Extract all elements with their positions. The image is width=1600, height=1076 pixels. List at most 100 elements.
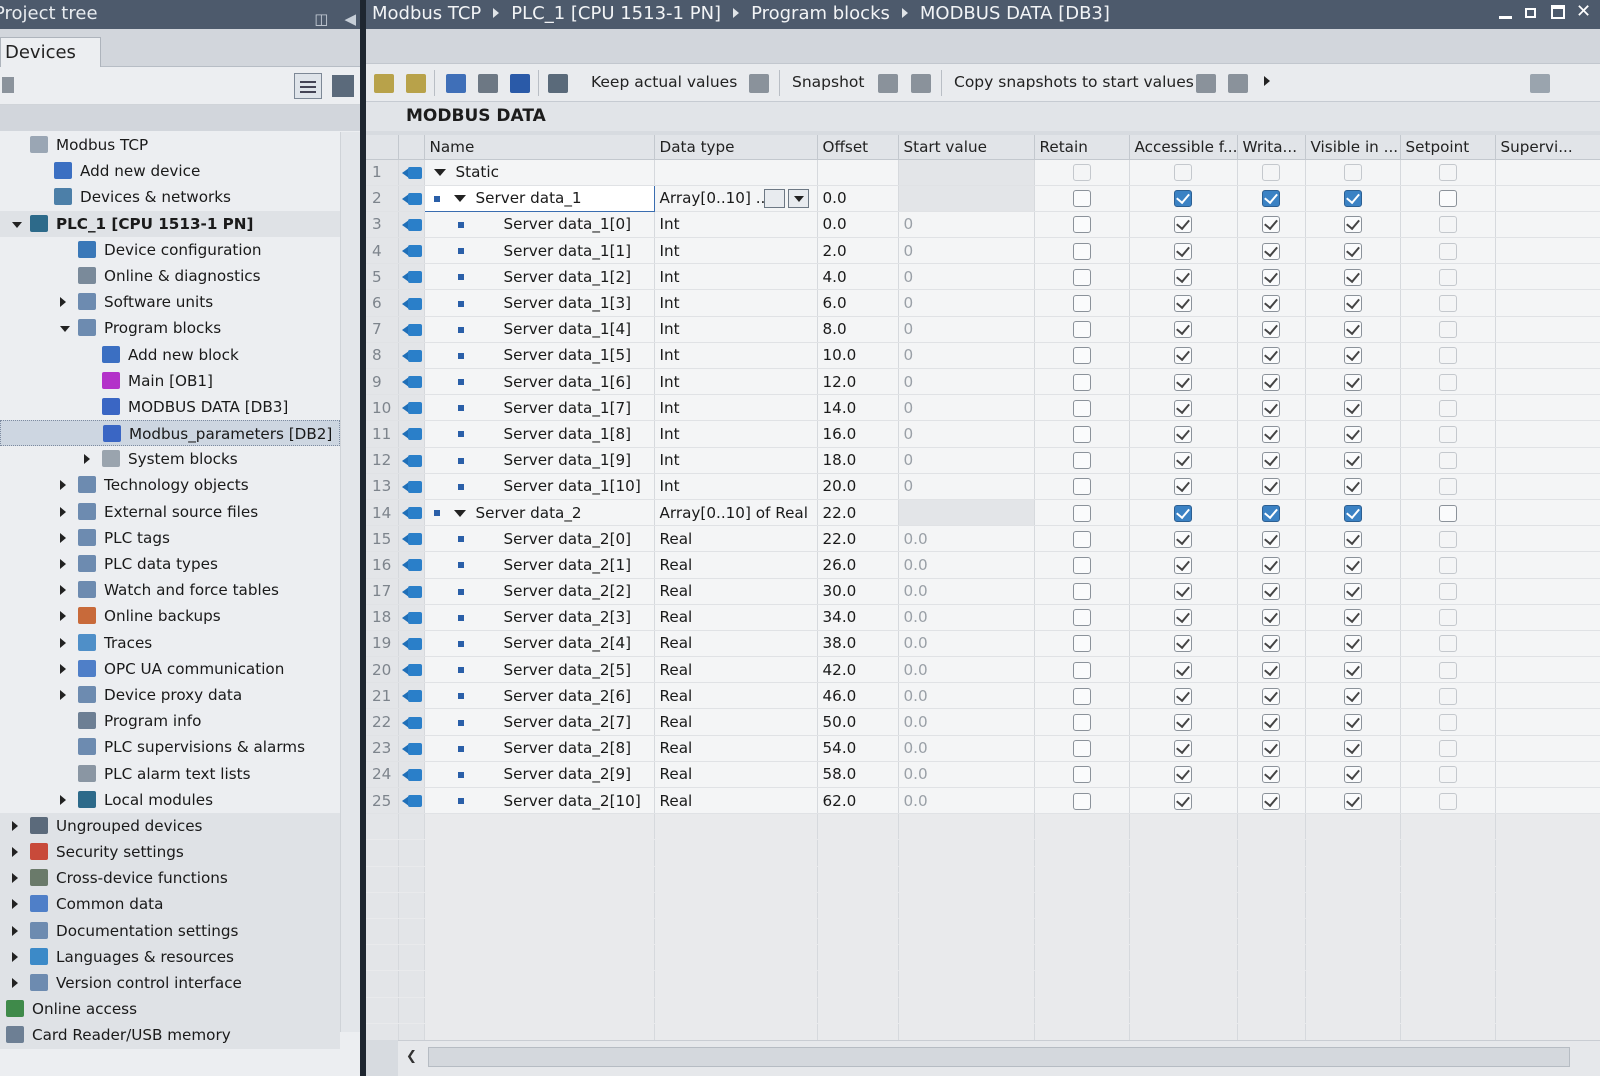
visible-checkbox[interactable] <box>1343 347 1362 365</box>
name-cell[interactable]: Server data_2[6] <box>424 682 655 710</box>
breadcrumb-item-db[interactable]: MODBUS DATA [DB3] <box>920 3 1110 24</box>
collapsed-arrow-icon[interactable] <box>60 689 66 700</box>
collapsed-arrow-icon[interactable] <box>12 925 18 936</box>
monitor-icon[interactable] <box>548 74 568 93</box>
expanded-arrow-icon[interactable] <box>60 326 70 333</box>
supervision-cell[interactable] <box>1495 289 1600 317</box>
collapsed-arrow-icon[interactable] <box>60 559 66 569</box>
data-type-cell[interactable]: Int <box>654 342 818 370</box>
visible-checkbox[interactable] <box>1343 530 1362 548</box>
writable-checkbox[interactable] <box>1262 190 1280 208</box>
snapshot-load-icon[interactable] <box>911 74 931 93</box>
copy-snapshots-button[interactable]: Copy snapshots to start values <box>954 73 1194 91</box>
supervision-cell[interactable] <box>1495 263 1600 291</box>
visible-checkbox[interactable] <box>1343 321 1362 339</box>
row-number[interactable]: 21 <box>366 682 399 710</box>
row-number[interactable]: 3 <box>366 211 399 239</box>
tree-item[interactable]: MODBUS DATA [DB3] <box>0 394 340 420</box>
visible-checkbox[interactable] <box>1343 792 1362 810</box>
row-number[interactable]: 5 <box>366 263 399 291</box>
data-type-cell[interactable]: Real <box>654 656 818 684</box>
retain-checkbox[interactable] <box>1072 478 1091 496</box>
start-value-cell[interactable]: 0.0 <box>898 604 1035 631</box>
retain-checkbox[interactable] <box>1072 609 1091 627</box>
supervision-cell[interactable] <box>1495 630 1600 658</box>
tree-item[interactable]: Common data <box>0 891 340 918</box>
writable-checkbox[interactable] <box>1262 740 1280 758</box>
name-cell[interactable]: Server data_2[3] <box>424 604 655 631</box>
tree-item[interactable]: PLC tags <box>0 525 340 551</box>
col-header-writable[interactable]: Writa... <box>1237 135 1306 160</box>
retain-checkbox[interactable] <box>1072 556 1091 574</box>
tree-item[interactable]: Traces <box>0 630 340 656</box>
collapsed-arrow-icon[interactable] <box>12 951 18 962</box>
supervision-cell[interactable] <box>1495 578 1600 605</box>
tree-item[interactable]: PLC supervisions & alarms <box>0 734 340 760</box>
supervision-cell[interactable] <box>1495 525 1600 553</box>
col-header-accessible[interactable]: Accessible f... <box>1129 135 1238 160</box>
col-header-offset[interactable]: Offset <box>817 135 899 160</box>
start-value-cell[interactable]: 0.0 <box>898 630 1035 658</box>
supervision-cell[interactable] <box>1495 604 1600 631</box>
table-row[interactable]: 10 Server data_1[7] Int 14.0 0 <box>366 394 1600 422</box>
retain-checkbox[interactable] <box>1072 635 1091 653</box>
visible-checkbox[interactable] <box>1343 714 1362 732</box>
supervision-cell[interactable] <box>1495 211 1600 239</box>
tree-tool-icon[interactable] <box>2 77 14 93</box>
table-row[interactable]: 7 Server data_1[4] Int 8.0 0 <box>366 316 1600 343</box>
collapsed-arrow-icon[interactable] <box>60 532 66 543</box>
data-type-cell[interactable]: Real <box>654 761 818 789</box>
writable-checkbox[interactable] <box>1262 583 1280 601</box>
data-type-cell[interactable]: Real <box>654 604 818 631</box>
start-value-cell[interactable]: 0.0 <box>898 656 1035 684</box>
row-number[interactable]: 6 <box>366 289 399 317</box>
scroll-left-icon[interactable]: ❮ <box>406 1049 417 1064</box>
accessible-checkbox[interactable] <box>1174 556 1192 574</box>
writable-checkbox[interactable] <box>1262 714 1280 732</box>
collapsed-arrow-icon[interactable] <box>60 480 66 491</box>
overview-view-icon[interactable] <box>294 73 322 99</box>
tree-item[interactable]: Add new device <box>0 158 340 184</box>
col-header-name[interactable]: Name <box>424 135 655 160</box>
accessible-checkbox[interactable] <box>1174 661 1192 679</box>
row-number[interactable]: 18 <box>366 604 399 631</box>
start-value-cell[interactable] <box>898 159 1035 186</box>
tree-item[interactable]: Program blocks <box>0 315 340 341</box>
start-value-cell[interactable]: 0.0 <box>898 578 1035 605</box>
writable-checkbox[interactable] <box>1262 399 1280 417</box>
row-number[interactable]: 24 <box>366 761 399 789</box>
retain-checkbox[interactable] <box>1072 295 1091 313</box>
start-value-cell[interactable]: 0.0 <box>898 682 1035 710</box>
writable-checkbox[interactable] <box>1262 792 1280 810</box>
writable-checkbox[interactable] <box>1262 425 1280 443</box>
data-type-cell[interactable]: Int <box>654 420 818 448</box>
retain-checkbox[interactable] <box>1072 452 1091 470</box>
load-start-values-icon[interactable] <box>1196 74 1216 93</box>
collapsed-arrow-icon[interactable] <box>12 978 18 988</box>
table-row[interactable]: 2 Server data_1 Array[0..10] ... 0.0 <box>366 184 1600 212</box>
start-value-cell[interactable] <box>898 185 1035 212</box>
row-number[interactable]: 22 <box>366 708 399 736</box>
collapsed-arrow-icon[interactable] <box>60 506 66 517</box>
visible-checkbox[interactable] <box>1343 661 1362 679</box>
row-number[interactable]: 2 <box>366 185 399 212</box>
retain-checkbox[interactable] <box>1072 792 1091 810</box>
tree-item[interactable]: Ungrouped devices <box>0 812 340 840</box>
collapsed-arrow-icon[interactable] <box>84 454 90 465</box>
data-type-cell[interactable]: Int <box>654 316 818 343</box>
tree-item[interactable]: Languages & resources <box>0 943 340 970</box>
name-cell[interactable]: Server data_2[5] <box>424 656 655 684</box>
tree-scrollbar[interactable] <box>340 132 360 1032</box>
col-header-data-type[interactable]: Data type <box>654 135 818 160</box>
tree-item[interactable]: PLC_1 [CPU 1513-1 PN] <box>0 210 340 237</box>
accessible-checkbox[interactable] <box>1174 583 1192 601</box>
data-type-cell[interactable]: Real <box>654 630 818 658</box>
collapsed-arrow-icon[interactable] <box>60 585 66 596</box>
start-value-cell[interactable]: 0.0 <box>898 525 1035 553</box>
writable-checkbox[interactable] <box>1262 452 1280 470</box>
table-row[interactable]: 25 Server data_2[10] Real 62.0 0.0 <box>366 787 1600 815</box>
writable-checkbox[interactable] <box>1262 530 1280 548</box>
supervision-cell[interactable] <box>1495 499 1600 527</box>
accessible-checkbox[interactable] <box>1174 190 1192 208</box>
data-type-cell[interactable]: Real <box>654 787 818 815</box>
